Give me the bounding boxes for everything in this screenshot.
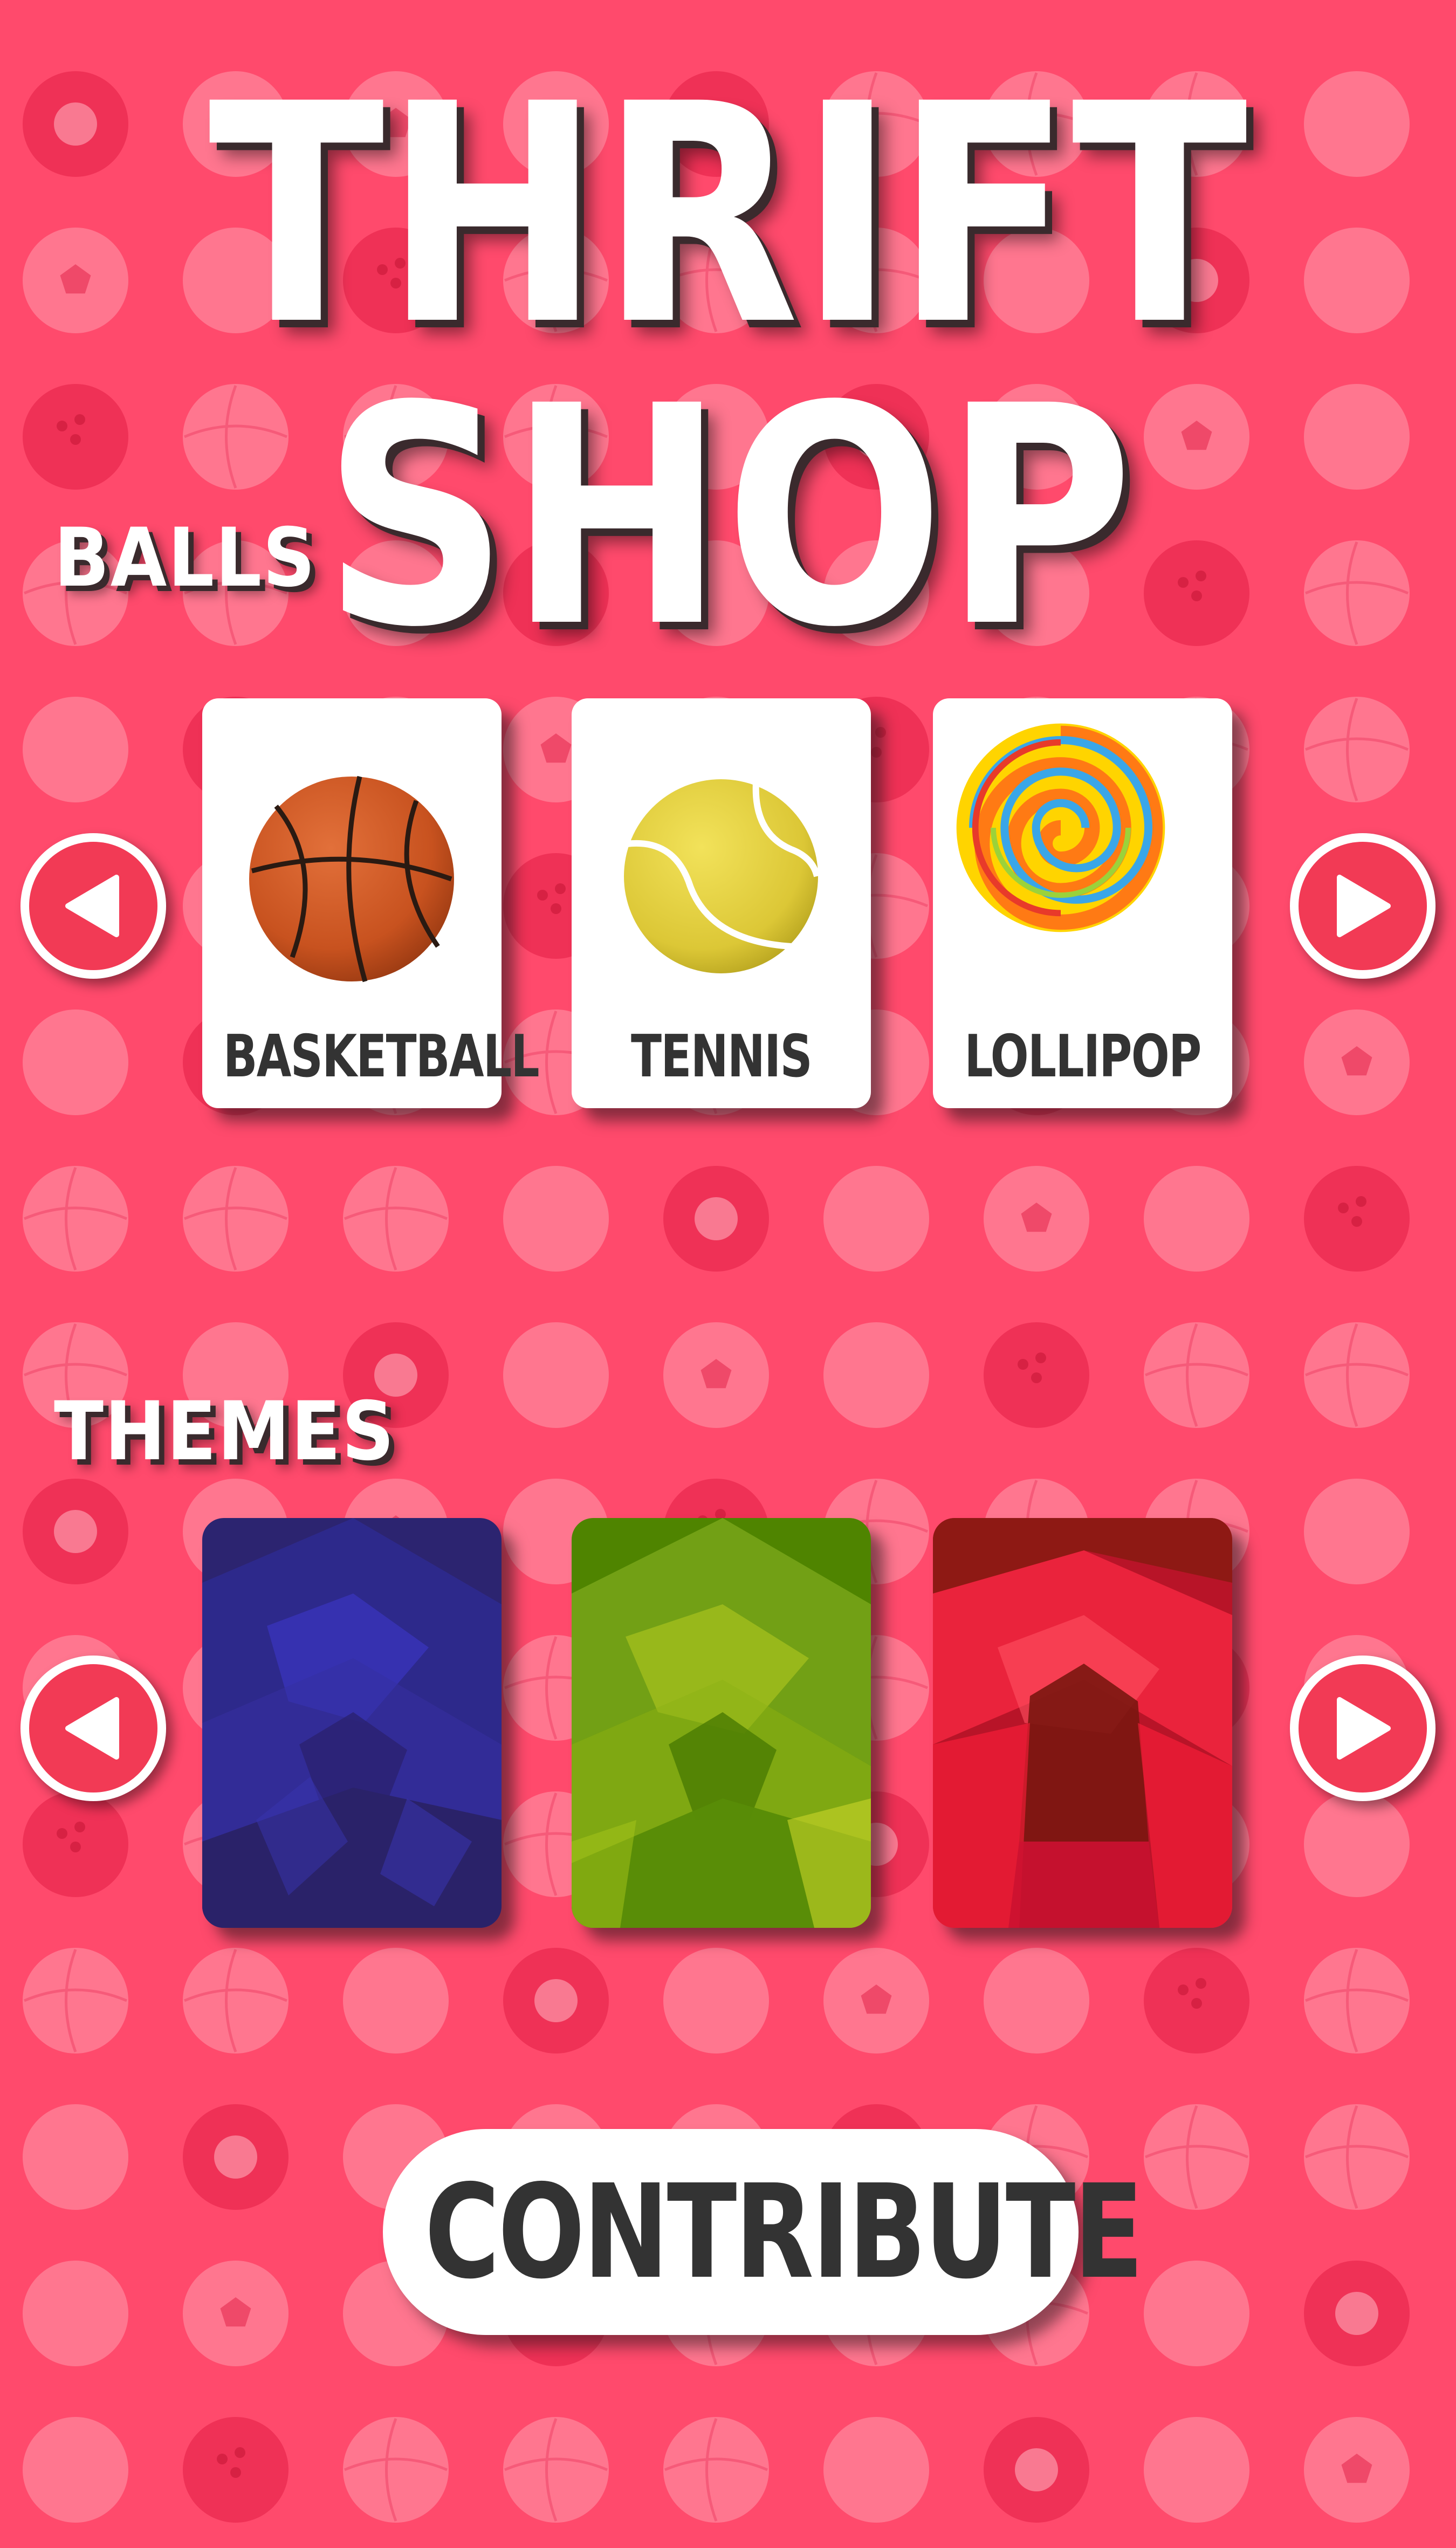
bg-ball-bowling [1144, 540, 1249, 646]
bg-ball-volley [1304, 1948, 1410, 2053]
ball-card-lollipop[interactable]: LOLLIPOP [933, 698, 1232, 1108]
bg-ball-baseball [1304, 697, 1410, 802]
arrow-right-icon [1337, 1697, 1391, 1760]
balls-prev-button[interactable] [20, 833, 166, 979]
theme-card-red[interactable] [933, 1518, 1232, 1928]
theme-preview-red [933, 1518, 1232, 1928]
arrow-left-icon [65, 1697, 119, 1760]
arrow-right-icon [1337, 875, 1391, 937]
ball-card-label: BASKETBALL [223, 1023, 540, 1090]
bg-ball-soccer [1144, 384, 1249, 490]
bg-ball-plain [1304, 1791, 1410, 1897]
bg-ball-plain [1144, 2417, 1249, 2523]
theme-card-green[interactable] [572, 1518, 871, 1928]
bg-ball-plain [984, 1948, 1089, 2053]
bg-ball-bowling [1304, 1166, 1410, 1272]
bg-ball-baseball [1304, 2104, 1410, 2210]
bg-ball-soccer [823, 1948, 929, 2053]
contribute-button[interactable]: CONTRIBUTE [383, 2129, 1144, 2335]
ball-card-label: LOLLIPOP [964, 1023, 1201, 1090]
ball-card-basketball[interactable]: BASKETBALL [202, 698, 540, 1108]
bg-ball-basket [503, 2417, 609, 2523]
bg-ball-basket [183, 1166, 289, 1272]
bg-ball-soccer [1304, 2417, 1410, 2523]
bg-ball-eight [503, 1948, 609, 2053]
bg-ball-basket [1144, 2104, 1249, 2210]
page-title: THRIFT SHOP [208, 40, 1248, 693]
bg-ball-bowling [1144, 1948, 1249, 2053]
bg-ball-volley [1144, 1322, 1249, 1428]
tennis-ball-icon [624, 779, 820, 973]
bg-ball-eight [23, 1479, 128, 1584]
arrow-left-icon [65, 875, 119, 937]
ball-card-tennis[interactable]: TENNIS [572, 698, 871, 1108]
themes-next-button[interactable] [1290, 1656, 1436, 1801]
bg-ball-dots [823, 2417, 929, 2523]
bg-ball-volley [23, 1166, 128, 1272]
bg-ball-baseball [663, 2417, 769, 2523]
bg-ball-plain [823, 1166, 929, 1272]
theme-card-blue[interactable] [202, 1518, 502, 1928]
bg-ball-baseball [183, 1948, 289, 2053]
bg-ball-basket [23, 1948, 128, 2053]
bg-ball-plain [663, 1948, 769, 2053]
ball-card-label: TENNIS [631, 1023, 813, 1090]
bg-ball-plain [823, 1322, 929, 1428]
theme-preview-blue [202, 1518, 502, 1928]
bg-ball-dots [1144, 2261, 1249, 2366]
bg-ball-bowling [23, 384, 128, 490]
bg-ball-eight [984, 2417, 1089, 2523]
bg-ball-soccer [1304, 1009, 1410, 1115]
section-title-themes: THEMES [54, 1385, 395, 1479]
bg-ball-plain [23, 2417, 128, 2523]
bg-ball-dots [503, 1166, 609, 1272]
bg-ball-baseball [343, 1166, 449, 1272]
bg-ball-plain [1304, 384, 1410, 490]
bg-ball-soccer [663, 1322, 769, 1428]
basketball-icon [249, 775, 454, 983]
bg-ball-bowling [183, 2417, 289, 2523]
bg-ball-dots [23, 2104, 128, 2210]
bg-ball-basket [1304, 1322, 1410, 1428]
themes-prev-button[interactable] [20, 1656, 166, 1801]
theme-preview-green [572, 1518, 871, 1928]
bg-ball-plain [503, 1322, 609, 1428]
bg-ball-soccer [183, 2261, 289, 2366]
bg-ball-eight [183, 2104, 289, 2210]
balls-next-button[interactable] [1290, 833, 1436, 979]
bg-ball-plain [23, 1009, 128, 1115]
bg-ball-bowling [23, 1791, 128, 1897]
bg-ball-bowling [984, 1322, 1089, 1428]
bg-ball-dots [23, 697, 128, 802]
contribute-button-label: CONTRIBUTE [424, 2156, 1143, 2307]
section-title-balls: BALLS [54, 511, 317, 605]
bg-ball-volley [1304, 540, 1410, 646]
bg-ball-eight [663, 1166, 769, 1272]
bg-ball-dots [343, 1948, 449, 2053]
bg-ball-dots [1304, 1479, 1410, 1584]
bg-ball-volley [183, 384, 289, 490]
bg-ball-plain [23, 2261, 128, 2366]
bg-ball-volley [343, 2417, 449, 2523]
bg-ball-plain [1144, 1166, 1249, 1272]
bg-ball-soccer [984, 1166, 1089, 1272]
bg-ball-eight [1304, 2261, 1410, 2366]
lollipop-icon [956, 723, 1165, 932]
